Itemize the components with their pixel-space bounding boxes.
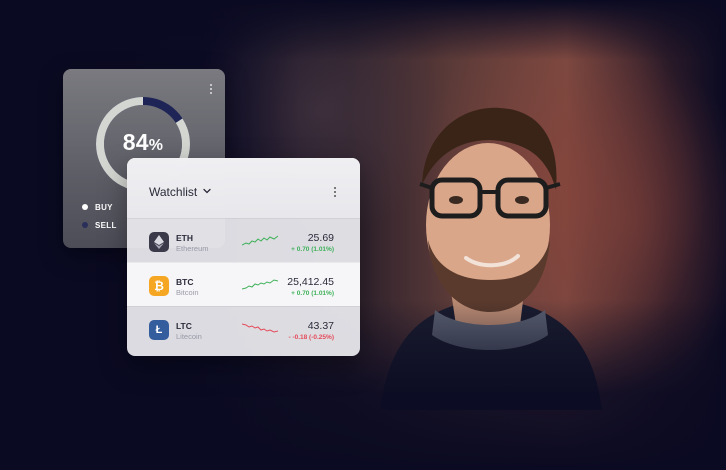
coin-symbol: ETH — [176, 233, 193, 243]
coin-price: 25.69 — [307, 232, 334, 244]
top-fade-overlay — [0, 0, 726, 60]
legend-item-buy: BUY — [82, 199, 117, 215]
watchlist-row-eth[interactable]: ETH Ethereum 25.69 + 0.70 (1.01%) — [127, 218, 360, 262]
litecoin-icon: Ł — [149, 320, 169, 340]
gauge-legend: BUY SELL — [82, 199, 117, 235]
buy-dot-icon — [82, 204, 88, 210]
legend-label-sell: SELL — [95, 220, 117, 230]
coin-change: + 0.70 (1.01%) — [291, 290, 334, 297]
watchlist-card: Watchlist ETH Ethereum 25.69 + 0.70 (1.0… — [127, 158, 360, 356]
watchlist-header: Watchlist — [127, 158, 360, 218]
coin-symbol: BTC — [176, 277, 194, 287]
gauge-percentage: 84% — [94, 129, 192, 156]
coin-change: - -0.18 (-0.25%) — [288, 334, 334, 341]
coin-symbol: LTC — [176, 321, 192, 331]
ethereum-icon — [149, 232, 169, 252]
coin-change: + 0.70 (1.01%) — [291, 246, 334, 253]
bitcoin-icon: ₿ — [149, 276, 169, 296]
gauge-value-number: 84 — [122, 129, 149, 155]
sparkline-chart — [242, 279, 278, 290]
coin-name: Litecoin — [176, 332, 202, 341]
legend-label-buy: BUY — [95, 202, 113, 212]
chevron-down-icon[interactable] — [203, 188, 211, 194]
sell-dot-icon — [82, 222, 88, 228]
watchlist-title[interactable]: Watchlist — [149, 185, 197, 199]
bottom-fade-overlay — [0, 300, 726, 470]
more-options-icon[interactable] — [209, 83, 213, 95]
coin-price: 43.37 — [307, 320, 334, 332]
coin-price: 25,412.45 — [287, 276, 334, 288]
watchlist-row-ltc[interactable]: Ł LTC Litecoin 43.37 - -0.18 (-0.25%) — [127, 306, 360, 350]
watchlist-row-btc[interactable]: ₿ BTC Bitcoin 25,412.45 + 0.70 (1.01%) — [127, 262, 360, 306]
coin-name: Ethereum — [176, 244, 209, 253]
legend-item-sell: SELL — [82, 217, 117, 233]
gauge-value-unit: % — [148, 137, 164, 154]
more-options-icon[interactable] — [333, 186, 337, 198]
sparkline-chart — [242, 235, 278, 246]
coin-name: Bitcoin — [176, 288, 199, 297]
sparkline-chart — [242, 323, 278, 333]
